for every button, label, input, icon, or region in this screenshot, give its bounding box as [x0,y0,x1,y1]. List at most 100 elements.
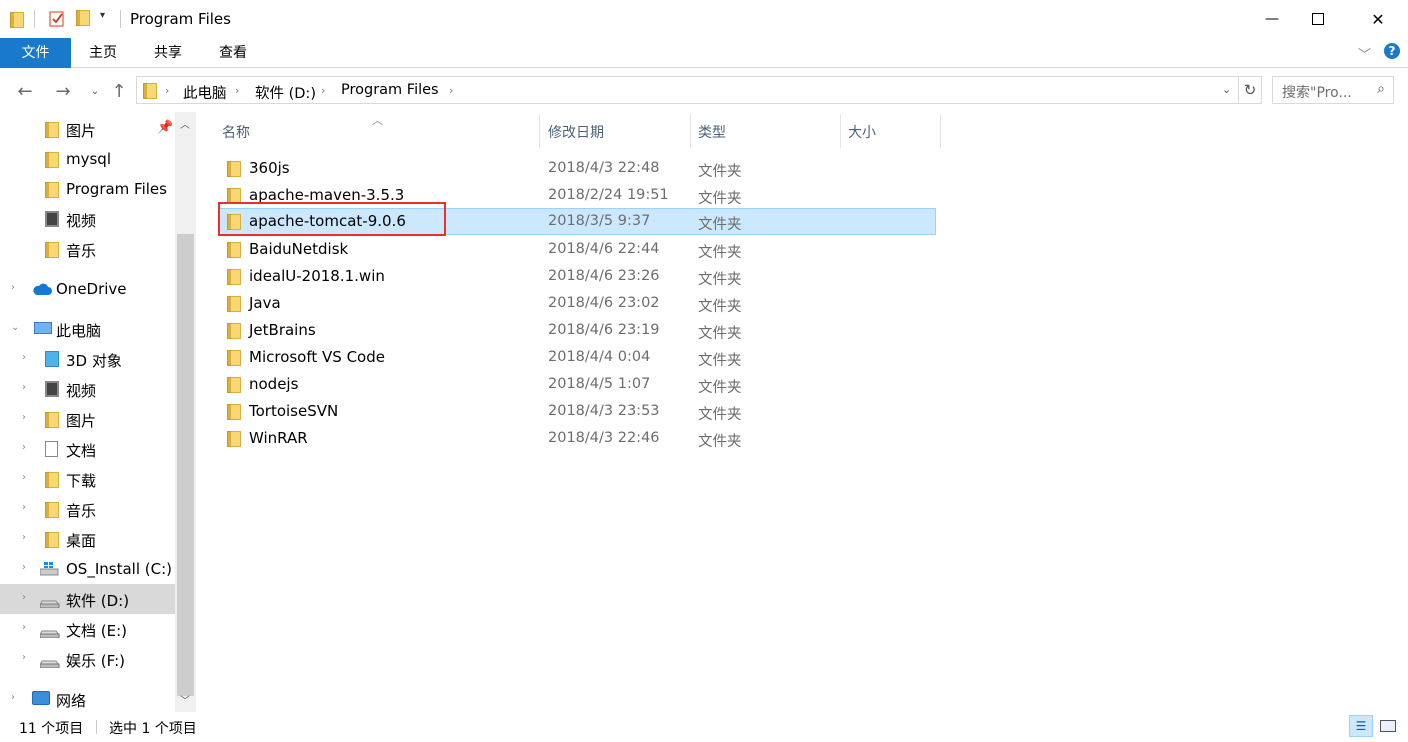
sidebar-scrollbar[interactable]: ︿ ﹀ [175,112,196,712]
column-header-size[interactable]: 大小 [848,122,876,156]
chevron-right-icon[interactable]: › [22,472,34,486]
file-row[interactable]: Microsoft VS Code 2018/4/4 0:04 文件夹 [218,344,936,371]
column-header-date[interactable]: 修改日期 [548,122,604,156]
sidebar-item-documents[interactable]: › 文档 [0,434,175,464]
chevron-right-icon[interactable]: › [22,562,34,576]
chevron-right-icon[interactable]: › [22,652,34,666]
sidebar-item-3d-objects[interactable]: › 3D 对象 [0,344,175,374]
window-title: Program Files [130,10,231,28]
sidebar-item-music[interactable]: › 音乐 [0,494,175,524]
file-row[interactable]: BaiduNetdisk 2018/4/6 22:44 文件夹 [218,236,936,263]
column-header-type[interactable]: 类型 [698,122,726,156]
breadcrumb-separator-icon[interactable]: › [235,84,239,97]
file-row[interactable]: JetBrains 2018/4/6 23:19 文件夹 [218,317,936,344]
selected-count: 选中 1 个项目 [109,721,197,737]
sidebar-item-drive-e[interactable]: › 文档 (E:) [0,614,175,644]
up-button[interactable]: ↑ [108,81,130,102]
file-date: 2018/4/3 22:48 [548,160,660,176]
details-view-button[interactable]: ☰ [1349,715,1373,737]
maximize-button[interactable] [1295,0,1341,38]
new-folder-icon[interactable] [76,10,90,28]
sidebar-item-videos-quick[interactable]: 视频 [0,204,175,234]
tab-share[interactable]: 共享 [143,38,193,68]
chevron-right-icon[interactable]: › [22,592,34,606]
large-icons-view-button[interactable] [1376,715,1400,737]
column-divider[interactable] [940,114,941,148]
sidebar-item-pictures[interactable]: › 图片 [0,404,175,434]
file-row[interactable]: nodejs 2018/4/5 1:07 文件夹 [218,371,936,398]
scroll-down-icon[interactable]: ﹀ [180,692,190,707]
recent-locations-button[interactable]: ⌄ [84,81,106,101]
sidebar-item-desktop[interactable]: › 桌面 [0,524,175,554]
tab-home[interactable]: 主页 [78,38,128,68]
sidebar-item-drive-f[interactable]: › 娱乐 (F:) [0,644,175,674]
sidebar-item-music-quick[interactable]: 音乐 [0,234,175,264]
chevron-down-icon[interactable]: ⌄ [11,322,23,336]
breadcrumb-program-files[interactable]: Program Files [341,82,439,98]
sidebar-item-videos[interactable]: › 视频 [0,374,175,404]
file-type: 文件夹 [698,217,742,233]
search-box[interactable]: 搜索"Pro... ⌕ [1272,76,1394,104]
scroll-up-icon[interactable]: ︿ [180,116,190,131]
chevron-right-icon[interactable]: › [22,412,34,426]
music-folder-icon [45,502,63,518]
tab-file[interactable]: 文件 [0,38,71,68]
sidebar-item-network[interactable]: › 网络 [0,684,175,714]
chevron-right-icon[interactable]: › [22,502,34,516]
column-header-name[interactable]: 名称 [222,122,250,156]
chevron-right-icon[interactable]: › [22,352,34,366]
file-name: JetBrains [249,321,316,339]
sidebar-item-program-files[interactable]: Program Files [0,174,175,204]
help-icon[interactable]: ? [1384,43,1400,59]
chevron-right-icon[interactable]: › [22,442,34,456]
breadcrumb-separator-icon[interactable]: › [165,84,169,97]
breadcrumb-separator-icon[interactable]: › [449,84,453,97]
forward-button[interactable]: → [52,80,74,102]
file-row[interactable]: idealU-2018.1.win 2018/4/6 23:26 文件夹 [218,263,936,290]
file-row[interactable]: Java 2018/4/6 23:02 文件夹 [218,290,936,317]
breadcrumb-drive-d[interactable]: 软件 (D:) [255,82,316,103]
pictures-folder-icon [45,412,63,428]
sidebar-item-drive-c[interactable]: › OS_Install (C:) [0,554,175,584]
back-button[interactable]: ← [14,81,36,102]
file-name: WinRAR [249,429,308,447]
file-type: 文件夹 [698,353,742,369]
breadcrumb-separator-icon[interactable]: › [321,84,325,97]
breadcrumb-this-pc[interactable]: 此电脑 [183,82,227,103]
column-divider[interactable] [840,114,841,148]
chevron-right-icon[interactable]: › [11,282,23,296]
sidebar-item-pictures-quick[interactable]: 图片 📌 [0,114,175,144]
folder-icon [227,296,241,312]
column-divider[interactable] [539,114,540,148]
refresh-button[interactable]: ↻ [1239,76,1262,104]
address-dropdown-icon[interactable]: ⌄ [1222,83,1231,96]
chevron-right-icon[interactable]: › [11,692,23,706]
tab-view[interactable]: 查看 [208,38,258,68]
file-row[interactable]: 360js 2018/4/3 22:48 文件夹 [218,155,936,182]
sidebar-item-this-pc[interactable]: ⌄ 此电脑 [0,314,175,344]
large-icons-view-icon [1380,720,1396,732]
forward-arrow-icon: → [55,80,71,102]
file-name: Java [249,294,281,312]
address-bar[interactable]: › 此电脑 › 软件 (D:) › Program Files › ⌄ [136,76,1239,104]
sidebar-item-downloads[interactable]: › 下载 [0,464,175,494]
properties-icon[interactable] [48,10,66,28]
sidebar-item-onedrive[interactable]: › OneDrive [0,274,175,304]
file-type: 文件夹 [698,164,742,180]
minimize-button[interactable]: — [1249,0,1295,38]
pin-icon[interactable]: 📌 [157,120,173,135]
ribbon-expand-icon[interactable]: ﹀ [1358,44,1371,63]
sidebar-item-drive-d[interactable]: › 软件 (D:) [0,584,175,614]
chevron-right-icon[interactable]: › [22,622,34,636]
file-row[interactable]: WinRAR 2018/4/3 22:46 文件夹 [218,425,936,452]
refresh-icon: ↻ [1243,81,1257,99]
column-divider[interactable] [690,114,691,148]
chevron-right-icon[interactable]: › [22,532,34,546]
sidebar-item-mysql[interactable]: mysql [0,144,175,174]
customize-toolbar-icon[interactable]: ▾ [100,10,105,21]
drive-icon [39,654,60,670]
chevron-right-icon[interactable]: › [22,382,34,396]
file-row[interactable]: TortoiseSVN 2018/4/3 23:53 文件夹 [218,398,936,425]
close-button[interactable]: ✕ [1355,0,1401,38]
scrollbar-thumb[interactable] [177,234,194,696]
